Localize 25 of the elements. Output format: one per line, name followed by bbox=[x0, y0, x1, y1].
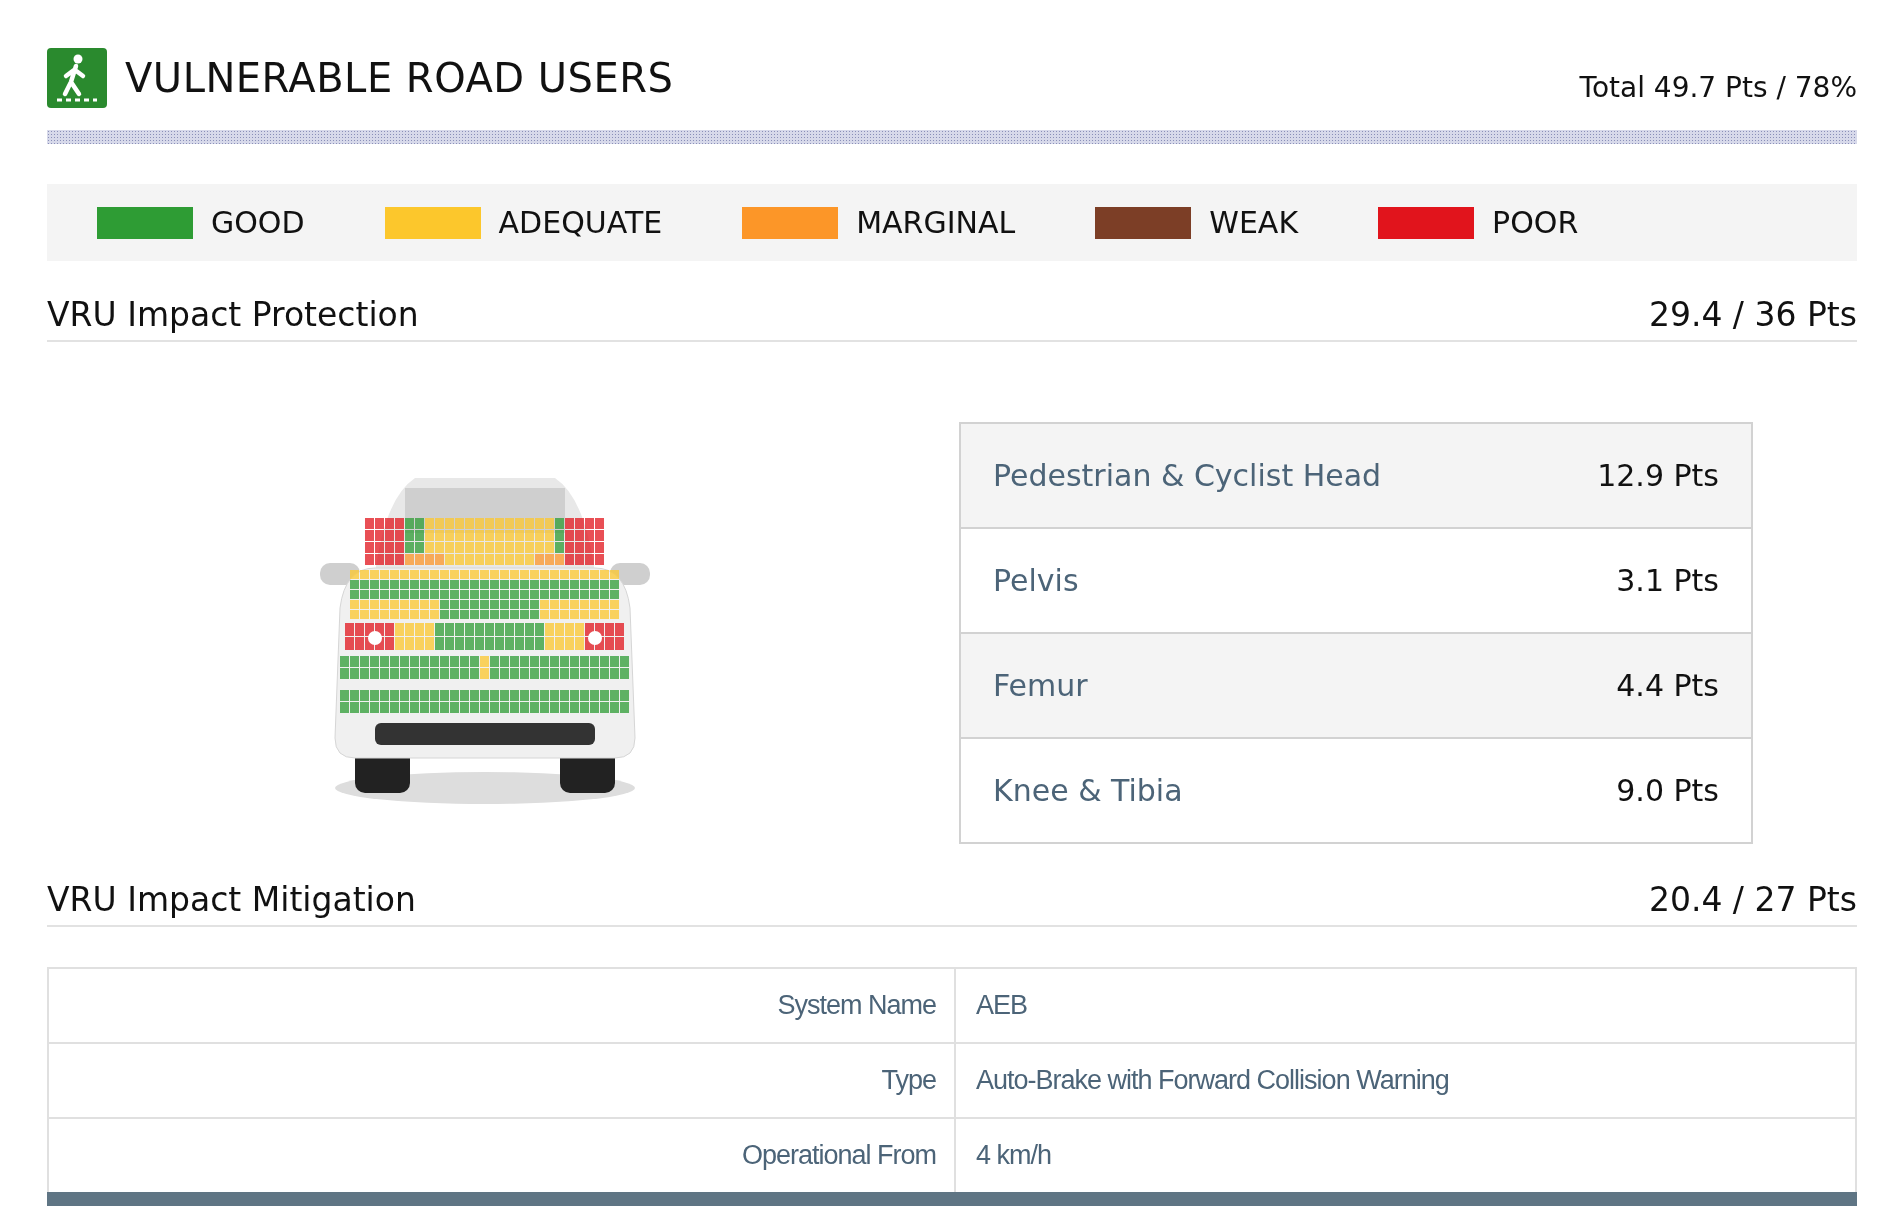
legend-label: MARGINAL bbox=[856, 205, 1016, 240]
subsection-score: 20.4 / 27 Pts bbox=[1648, 880, 1857, 920]
total-score: Total 49.7 Pts / 78% bbox=[1579, 70, 1857, 104]
table-cell-text: 4 km/h bbox=[975, 1139, 1053, 1173]
legend-label: GOOD bbox=[211, 205, 305, 240]
subsection-title: VRU Impact Protection bbox=[47, 295, 419, 335]
subsection-title: VRU Impact Mitigation bbox=[47, 880, 416, 920]
table-cell: System Name bbox=[49, 969, 956, 1043]
table-cell: Type bbox=[49, 1044, 956, 1118]
row-value: 9.0 Pts bbox=[1616, 773, 1719, 809]
row-label: Pedestrian & Cyclist Head bbox=[993, 458, 1382, 494]
table-cell-text: AEB bbox=[975, 989, 1029, 1023]
row-value: 12.9 Pts bbox=[1597, 458, 1719, 494]
row-label: Femur bbox=[993, 668, 1088, 704]
legend-label: POOR bbox=[1492, 205, 1579, 240]
legend-label: WEAK bbox=[1209, 205, 1299, 240]
table-cell-text: Auto-Brake with Forward Collision Warning bbox=[975, 1064, 1450, 1098]
pedestrian-icon bbox=[47, 48, 107, 108]
row-label: Pelvis bbox=[993, 563, 1079, 599]
section-title: VULNERABLE ROAD USERS bbox=[125, 55, 674, 101]
row-value: 3.1 Pts bbox=[1616, 563, 1719, 599]
legend-label: ADEQUATE bbox=[498, 205, 663, 240]
row-value: 4.4 Pts bbox=[1616, 668, 1719, 704]
row-label: Knee & Tibia bbox=[993, 773, 1183, 809]
subsection-score: 29.4 / 36 Pts bbox=[1648, 295, 1857, 335]
